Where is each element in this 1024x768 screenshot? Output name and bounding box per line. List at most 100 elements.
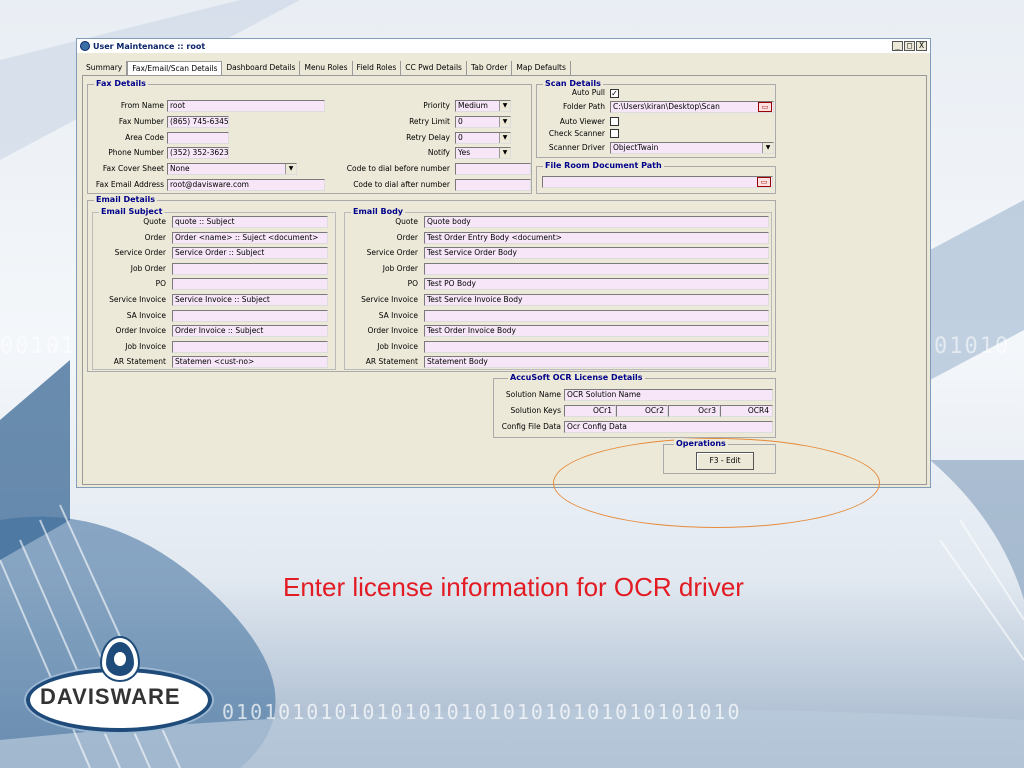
scanner-driver-label: Scanner Driver <box>548 143 605 152</box>
email-subject-field[interactable]: Service Invoice :: Subject <box>172 294 328 306</box>
tab-menu-roles[interactable]: Menu Roles <box>300 61 353 75</box>
chevron-down-icon[interactable]: ▼ <box>762 143 773 153</box>
folder-icon[interactable]: ▭ <box>757 177 771 187</box>
email-body-field[interactable] <box>424 309 769 322</box>
phone-number-label: Phone Number <box>108 148 164 157</box>
fax-cover-select[interactable]: None ▼ <box>167 163 297 175</box>
email-subject-field[interactable] <box>172 262 328 275</box>
file-room-path-field[interactable]: ▭ <box>542 176 773 188</box>
retry-limit-select[interactable]: 0 ▼ <box>455 116 511 128</box>
scanner-driver-select[interactable]: ObjectTwain ▼ <box>610 142 774 154</box>
email-subject-row-label: AR Statement <box>113 357 166 367</box>
retry-delay-select[interactable]: 0 ▼ <box>455 132 511 144</box>
tab-tab-order[interactable]: Tab Order <box>467 61 513 75</box>
ocr-license-legend: AccuSoft OCR License Details <box>508 373 645 382</box>
tab-dashboard-details[interactable]: Dashboard Details <box>222 61 301 75</box>
email-body-row-label: Service Invoice <box>361 295 418 304</box>
email-subject-row-label: SA Invoice <box>126 310 166 320</box>
email-body-field[interactable] <box>424 340 769 353</box>
operations-group: Operations F3 - Edit <box>663 439 776 474</box>
tab-cc-pwd-details[interactable]: CC Pwd Details <box>401 61 467 75</box>
from-name-label: From Name <box>120 101 164 110</box>
auto-pull-checkbox[interactable]: ✓ <box>610 89 619 98</box>
email-subject-field[interactable] <box>172 278 328 291</box>
config-file-label: Config File Data <box>501 422 561 431</box>
email-subject-row-label: Order <box>144 232 166 242</box>
email-body-field[interactable]: Test Order Entry Body <document> <box>424 231 769 244</box>
email-body-row-label: Quote <box>395 217 418 226</box>
tab-field-roles[interactable]: Field Roles <box>353 61 402 75</box>
email-subject-field[interactable]: Order <name> :: Suject <document> <box>172 231 328 244</box>
minimize-button[interactable]: _ <box>892 41 903 51</box>
email-body-field[interactable]: Test Service Invoice Body <box>424 294 769 306</box>
operations-legend: Operations <box>674 439 728 448</box>
auto-viewer-checkbox[interactable] <box>610 117 619 126</box>
email-subject-field[interactable] <box>172 309 328 322</box>
email-subject-row-label: Job Order <box>130 263 166 273</box>
area-code-field[interactable] <box>167 132 229 144</box>
chevron-down-icon[interactable]: ▼ <box>499 117 510 127</box>
tab-fax-email-scan[interactable]: Fax/Email/Scan Details <box>127 61 223 75</box>
solution-key-3[interactable]: Ocr3 <box>668 405 720 417</box>
tab-strip: Summary Fax/Email/Scan Details Dashboard… <box>82 61 571 75</box>
user-maintenance-window: User Maintenance :: root _ □ X Summary F… <box>76 38 931 528</box>
file-room-group: File Room Document Path ▭ <box>536 161 776 194</box>
chevron-down-icon[interactable]: ▼ <box>499 133 510 143</box>
email-body-field[interactable] <box>424 262 769 275</box>
check-scanner-checkbox[interactable] <box>610 129 619 138</box>
email-body-row-label: Job Invoice <box>377 341 418 351</box>
email-subject-field[interactable]: Service Order :: Subject <box>172 247 328 260</box>
file-room-legend: File Room Document Path <box>543 161 664 170</box>
email-body-field[interactable]: Test PO Body <box>424 278 769 291</box>
chevron-down-icon[interactable]: ▼ <box>499 148 510 158</box>
email-subject-field[interactable]: quote :: Subject <box>172 216 328 228</box>
chevron-down-icon[interactable]: ▼ <box>499 101 510 111</box>
solution-key-2[interactable]: OCr2 <box>616 405 668 417</box>
dial-before-label: Code to dial before number <box>346 164 450 173</box>
window-title: User Maintenance :: root <box>93 41 206 51</box>
email-body-field[interactable]: Statement Body <box>424 356 769 369</box>
email-body-field[interactable]: Test Service Order Body <box>424 247 769 260</box>
solution-name-field[interactable]: OCR Solution Name <box>564 389 773 401</box>
email-subject-field[interactable] <box>172 340 328 353</box>
window-controls: _ □ X <box>892 41 927 51</box>
retry-limit-value: 0 <box>458 117 463 126</box>
from-name-field[interactable]: root <box>167 100 325 112</box>
phone-number-field[interactable]: (352) 352-3623 <box>167 147 229 159</box>
retry-delay-label: Retry Delay <box>406 133 450 142</box>
dial-before-field[interactable] <box>455 163 531 175</box>
auto-pull-label: Auto Pull <box>571 88 605 97</box>
fax-number-label: Fax Number <box>118 117 164 126</box>
folder-path-field[interactable]: C:\Users\kiran\Desktop\Scan ▭ <box>610 101 774 113</box>
chevron-down-icon[interactable]: ▼ <box>285 164 296 174</box>
maximize-button[interactable]: □ <box>904 41 915 51</box>
fax-email-field[interactable]: root@davisware.com <box>167 179 325 191</box>
priority-select[interactable]: Medium ▼ <box>455 100 511 112</box>
email-body-field[interactable]: Quote body <box>424 216 769 228</box>
email-body-legend: Email Body <box>351 207 406 216</box>
email-subject-row-label: Service Invoice <box>109 295 166 304</box>
email-subject-field[interactable]: Order Invoice :: Subject <box>172 325 328 338</box>
check-scanner-label: Check Scanner <box>548 129 605 138</box>
edit-button[interactable]: F3 - Edit <box>696 452 754 470</box>
fax-details-group: Fax Details From Name root Fax Number (8… <box>87 79 532 194</box>
title-bar[interactable]: User Maintenance :: root <box>77 39 930 53</box>
config-file-field[interactable]: Ocr Config Data <box>564 421 773 433</box>
close-button[interactable]: X <box>916 41 927 51</box>
folder-icon[interactable]: ▭ <box>758 102 772 112</box>
dial-after-field[interactable] <box>455 179 531 191</box>
priority-value: Medium <box>458 101 488 110</box>
scan-details-group: Scan Details Auto Pull ✓ Folder Path C:\… <box>536 79 776 158</box>
solution-key-4[interactable]: OCR4 <box>720 405 773 417</box>
email-subject-field[interactable]: Statemen <cust-no> <box>172 356 328 369</box>
email-subject-row-label: Job Invoice <box>125 341 166 351</box>
solution-key-1[interactable]: OCr1 <box>564 405 616 417</box>
retry-limit-label: Retry Limit <box>409 117 450 126</box>
tab-summary[interactable]: Summary <box>82 61 128 75</box>
fax-number-field[interactable]: (865) 745-6345 <box>167 116 229 128</box>
email-body-field[interactable]: Test Order Invoice Body <box>424 325 769 338</box>
email-details-legend: Email Details <box>94 195 158 204</box>
notify-select[interactable]: Yes ▼ <box>455 147 511 159</box>
notify-label: Notify <box>427 148 450 157</box>
tab-map-defaults[interactable]: Map Defaults <box>512 61 571 75</box>
